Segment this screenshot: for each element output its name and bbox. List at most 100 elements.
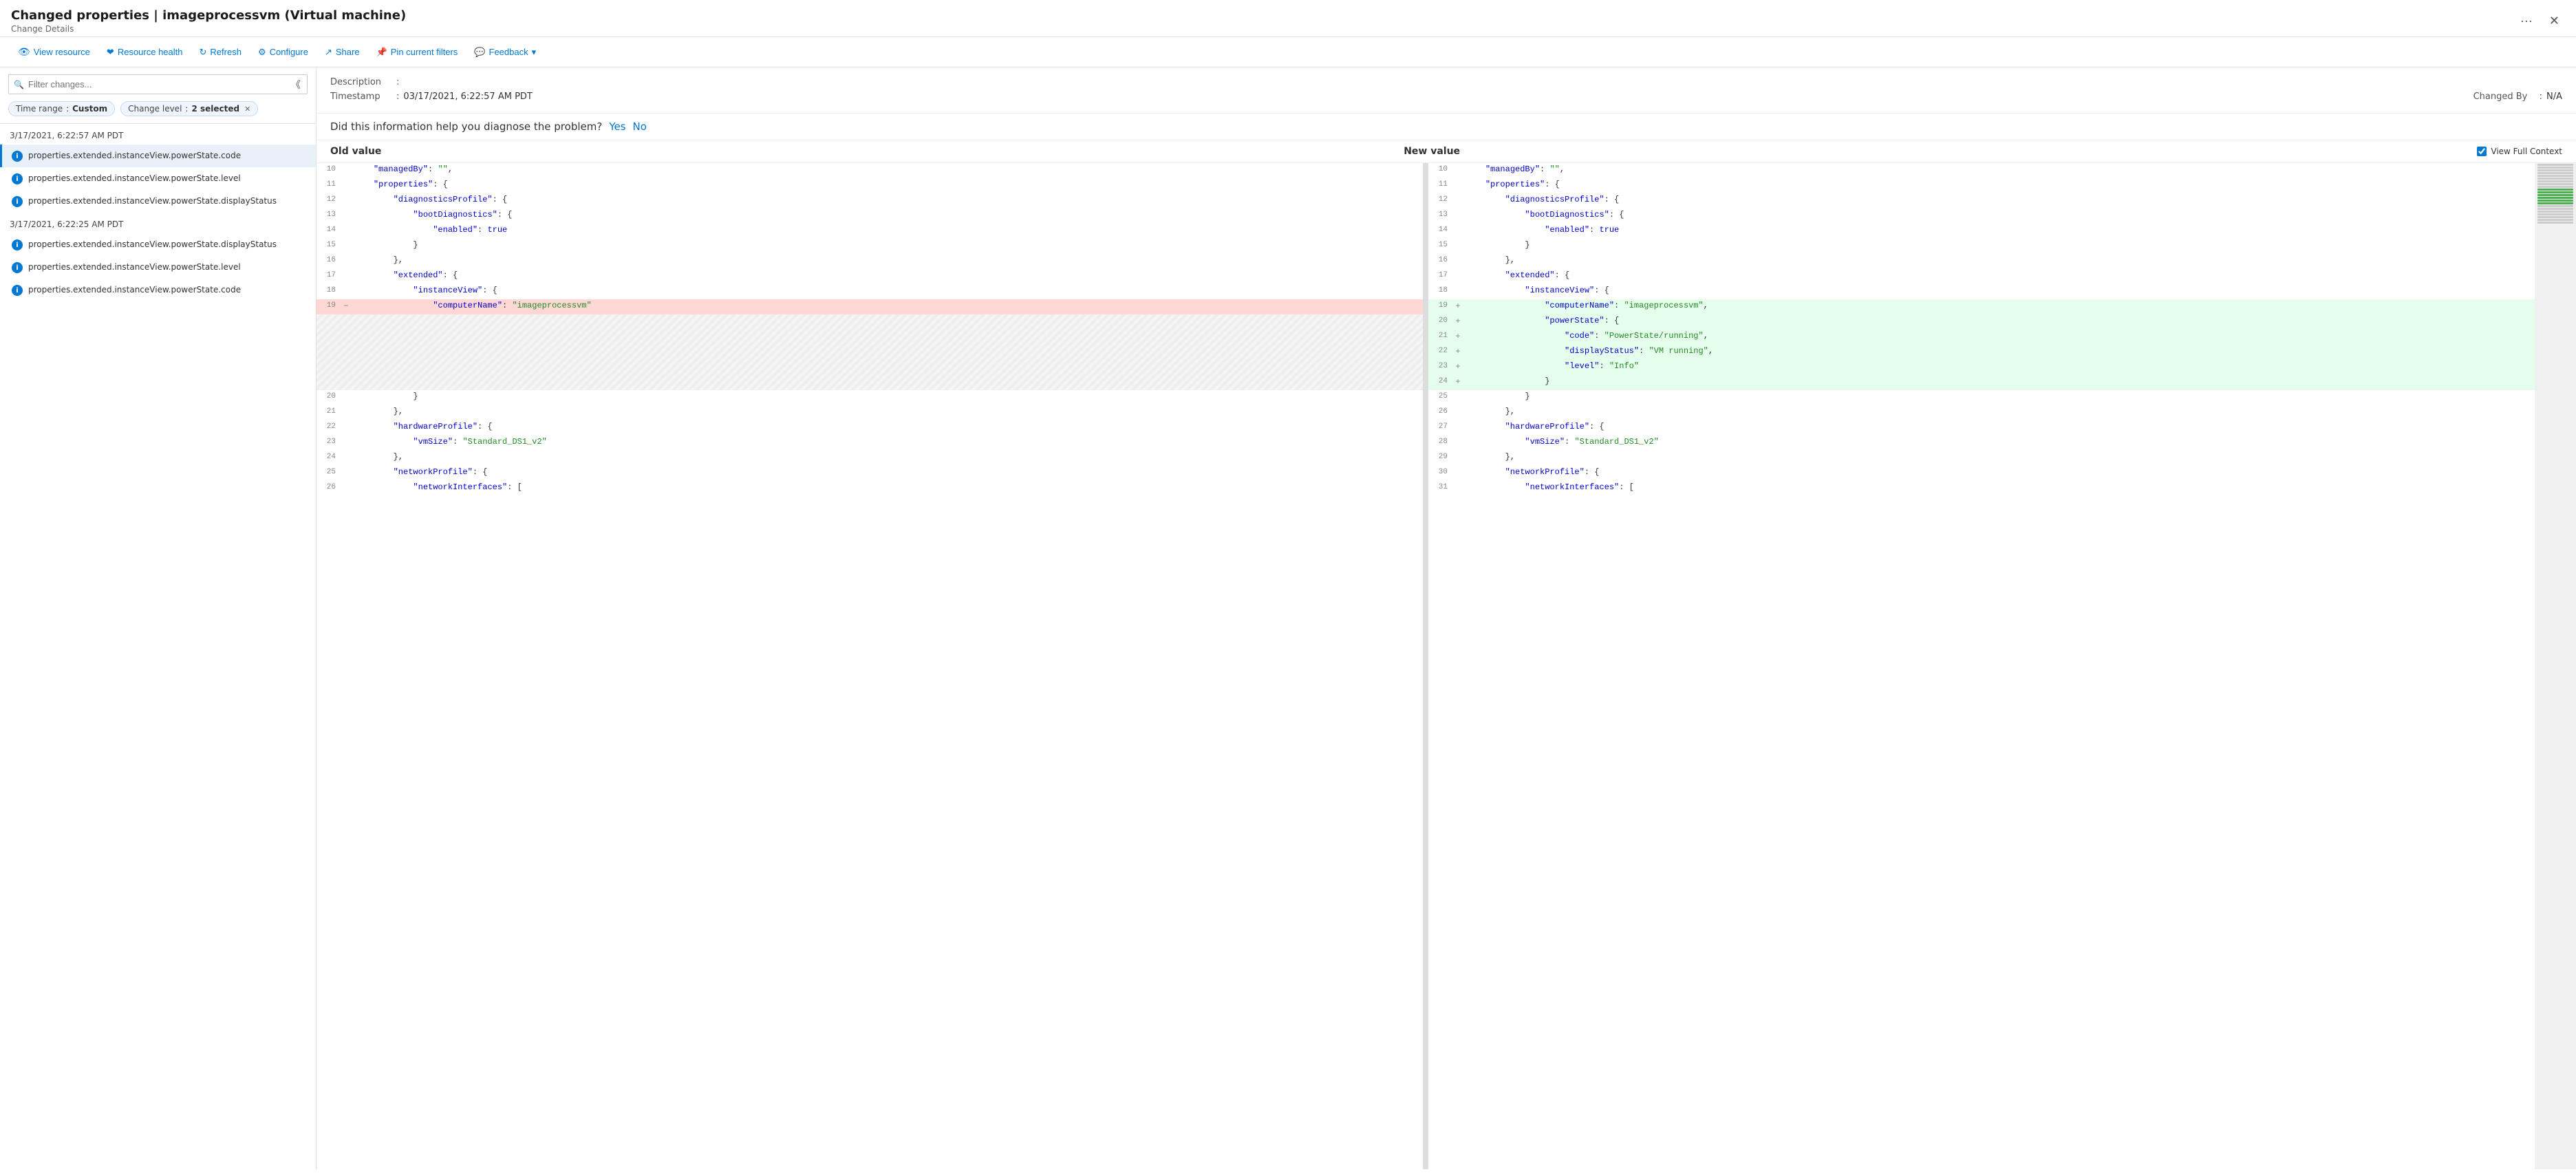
line-number: 26 xyxy=(1428,405,1453,417)
pin-filters-button[interactable]: 📌 Pin current filters xyxy=(369,43,465,61)
description-label: Description xyxy=(330,77,392,87)
view-resource-button[interactable]: 👁 View resource xyxy=(11,43,97,61)
changed-by-label: Changed By xyxy=(2473,92,2535,102)
line-number: 23 xyxy=(316,436,341,447)
line-content: "bootDiagnostics": { xyxy=(1463,209,2535,221)
line-number: 10 xyxy=(316,163,341,175)
line-content: "hardwareProfile": { xyxy=(351,420,1423,433)
line-content: } xyxy=(351,239,1423,251)
line-content: "networkInterfaces": [ xyxy=(351,481,1423,493)
diagnose-yes-button[interactable]: Yes xyxy=(609,120,625,133)
change-item[interactable]: iproperties.extended.instanceView.powerS… xyxy=(0,279,316,301)
line-marker xyxy=(1453,420,1463,423)
line-number: 15 xyxy=(1428,239,1453,250)
line-number: 13 xyxy=(1428,209,1453,220)
info-icon: i xyxy=(12,285,23,296)
line-marker xyxy=(341,420,351,423)
line-marker: − xyxy=(341,299,351,311)
line-number: 30 xyxy=(1428,466,1453,478)
timestamp-value: 03/17/2021, 6:22:57 AM PDT xyxy=(403,92,532,102)
close-button[interactable]: ✕ xyxy=(2544,11,2565,31)
line-marker xyxy=(341,314,351,317)
line-number: 31 xyxy=(1428,481,1453,493)
line-number: 11 xyxy=(316,178,341,190)
more-options-button[interactable]: ··· xyxy=(2515,11,2538,31)
change-level-close-icon[interactable]: ✕ xyxy=(244,105,250,114)
refresh-icon: ↻ xyxy=(200,47,207,58)
minimap-line xyxy=(2537,213,2573,215)
line-content: "properties": { xyxy=(1463,178,2535,191)
resource-health-label: Resource health xyxy=(118,47,183,57)
diff-new-pane[interactable]: 10 "managedBy": "",11 "properties": {12 … xyxy=(1428,163,2535,1169)
time-range-tag[interactable]: Time range : Custom xyxy=(8,101,115,116)
info-icon: i xyxy=(12,196,23,207)
collapse-sidebar-button[interactable]: 《 xyxy=(287,76,305,93)
line-marker xyxy=(1453,163,1463,165)
line-content: "extended": { xyxy=(1463,269,2535,281)
configure-label: Configure xyxy=(270,47,308,57)
line-marker: + xyxy=(1453,345,1463,356)
minimap-line xyxy=(2537,186,2573,188)
change-item-text: properties.extended.instanceView.powerSt… xyxy=(28,173,241,184)
line-content: "properties": { xyxy=(351,178,1423,191)
diff-line xyxy=(316,314,1423,330)
change-item[interactable]: iproperties.extended.instanceView.powerS… xyxy=(0,233,316,256)
line-marker xyxy=(341,345,351,347)
diff-line: 18 "instanceView": { xyxy=(1428,284,2535,299)
line-marker xyxy=(1453,481,1463,483)
line-number: 15 xyxy=(316,239,341,250)
line-marker: + xyxy=(1453,360,1463,372)
line-content: } xyxy=(1463,390,2535,403)
info-icon: i xyxy=(12,262,23,273)
line-content: "hardwareProfile": { xyxy=(1463,420,2535,433)
line-marker xyxy=(341,209,351,211)
line-number: 25 xyxy=(1428,390,1453,402)
line-content: "instanceView": { xyxy=(1463,284,2535,297)
change-item[interactable]: iproperties.extended.instanceView.powerS… xyxy=(0,190,316,213)
change-level-tag[interactable]: Change level : 2 selected ✕ xyxy=(120,101,258,116)
diagnose-no-button[interactable]: No xyxy=(633,120,647,133)
share-label: Share xyxy=(336,47,360,57)
diff-line: 31 "networkInterfaces": [ xyxy=(1428,481,2535,496)
share-button[interactable]: ↗ Share xyxy=(318,43,367,61)
change-item[interactable]: iproperties.extended.instanceView.powerS… xyxy=(0,256,316,279)
resource-health-button[interactable]: ❤ Resource health xyxy=(100,43,190,61)
diff-line: 16 }, xyxy=(316,254,1423,269)
diff-line: 12 "diagnosticsProfile": { xyxy=(316,193,1423,209)
line-marker: + xyxy=(1453,314,1463,326)
feedback-button[interactable]: 💬 Feedback ▾ xyxy=(467,43,543,61)
change-item[interactable]: iproperties.extended.instanceView.powerS… xyxy=(0,145,316,167)
diff-line: 11 "properties": { xyxy=(316,178,1423,193)
minimap-line xyxy=(2537,197,2573,199)
diff-line: 15 } xyxy=(316,239,1423,254)
refresh-button[interactable]: ↻ Refresh xyxy=(193,43,248,61)
new-value-label: New value xyxy=(1404,146,1460,157)
line-marker: + xyxy=(1453,375,1463,387)
configure-button[interactable]: ⚙ Configure xyxy=(251,43,315,61)
line-content xyxy=(351,330,1423,332)
line-content: "displayStatus": "VM running", xyxy=(1463,345,2535,357)
line-content: "diagnosticsProfile": { xyxy=(1463,193,2535,206)
description-row: Description : xyxy=(330,77,2562,87)
line-number: 25 xyxy=(316,466,341,478)
detail-header: Description : Timestamp : 03/17/2021, 6:… xyxy=(316,67,2576,114)
diff-line: 10 "managedBy": "", xyxy=(1428,163,2535,178)
diff-line: 24+ } xyxy=(1428,375,2535,390)
diff-line: 15 } xyxy=(1428,239,2535,254)
timestamp-label: Timestamp xyxy=(330,92,392,102)
line-number: 17 xyxy=(1428,269,1453,281)
diff-line: 29 }, xyxy=(1428,451,2535,466)
line-number xyxy=(316,330,341,333)
sidebar: 🔍 《 Time range : Custom Change level : 2… xyxy=(0,67,316,1169)
diff-splitter[interactable] xyxy=(1423,163,1428,1169)
change-item[interactable]: iproperties.extended.instanceView.powerS… xyxy=(0,167,316,190)
line-content xyxy=(351,314,1423,317)
line-number: 21 xyxy=(316,405,341,417)
diff-old-pane[interactable]: 10 "managedBy": "",11 "properties": {12 … xyxy=(316,163,1423,1169)
line-content: "computerName": "imageprocessvm" xyxy=(351,299,1423,312)
line-content: "level": "Info" xyxy=(1463,360,2535,372)
diff-line: 12 "diagnosticsProfile": { xyxy=(1428,193,2535,209)
view-full-context-checkbox[interactable] xyxy=(2477,147,2487,156)
filter-input[interactable] xyxy=(8,74,308,94)
minimap-line xyxy=(2537,175,2573,177)
